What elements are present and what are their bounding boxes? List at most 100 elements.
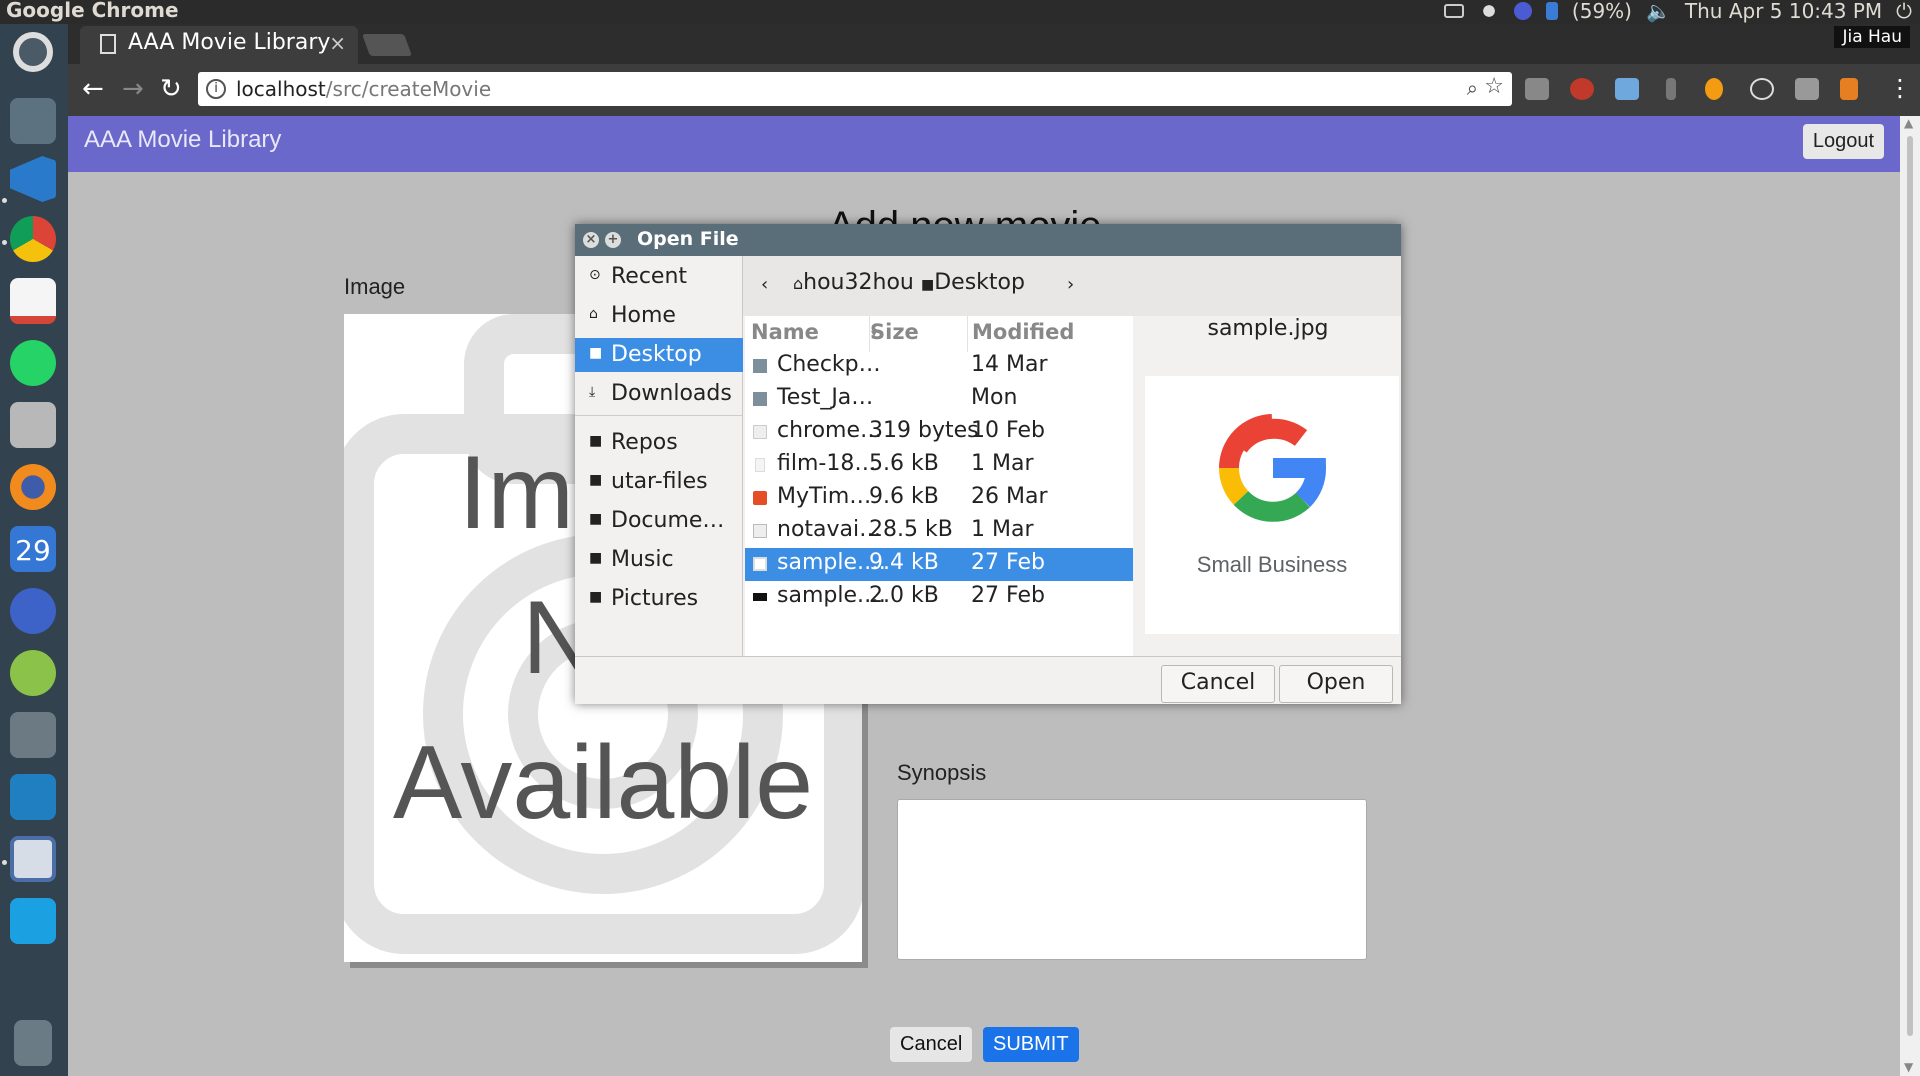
address-bar[interactable]: i localhost/src/createMovie ⌕ ☆ [198,72,1512,106]
file-row[interactable]: notavai… 28.5 kB 1 Mar [745,515,1133,548]
settings-icon[interactable] [10,98,56,144]
logout-button[interactable]: Logout [1802,124,1884,159]
chat-icon[interactable] [10,650,56,696]
browser-icon[interactable] [10,588,56,634]
preview-caption: Small Business [1196,552,1348,577]
file-list: Name ▾ Size Modified Checkp… 14 Mar Test_… [745,316,1133,656]
bookmark-pictures[interactable]: ■ Pictures [575,582,743,616]
active-app-name: Google Chrome [6,0,179,22]
file-preview-pane: sample.jpg Small Business [1135,316,1401,656]
gmail-icon[interactable] [10,278,56,324]
info-icon[interactable]: i [206,79,226,99]
system-monitor-icon[interactable] [10,774,56,820]
launcher: 29 [0,24,68,1076]
new-tab-button[interactable] [361,34,413,56]
bookmark-repos[interactable]: ■ Repos [575,426,743,460]
file-row[interactable]: Checkp… 14 Mar [745,350,1133,383]
volume-icon[interactable]: 🔈 [1646,0,1671,23]
network-icon[interactable] [1477,2,1500,20]
path-forward-button[interactable]: › [1067,274,1074,295]
path-back-button[interactable]: ‹ [761,274,768,295]
home-icon: ⌂ [589,306,598,322]
ubuntu-dash-icon[interactable] [13,32,53,72]
dark-image-file-icon [753,593,767,601]
extension-mouse-icon[interactable] [1705,78,1723,100]
react-devtools-icon[interactable] [1750,78,1774,100]
extension-s-icon[interactable] [1525,78,1549,100]
bookmark-utar-files[interactable]: ■ utar-files [575,465,743,499]
file-row[interactable]: sample.… 2.0 kB 27 Feb [745,581,1133,614]
trash-icon[interactable] [14,1020,52,1066]
file-row[interactable]: MyTim… 9.6 kB 26 Mar [745,482,1133,515]
dialog-titlebar[interactable]: × + Open File [575,224,1401,256]
disk-usage-icon[interactable] [10,712,56,758]
folder-icon: ■ [589,433,603,449]
bookmark-star-icon[interactable]: ☆ [1484,74,1504,99]
brand-title[interactable]: AAA Movie Library [84,126,281,154]
page-scrollbar[interactable]: ▲ ▼ [1900,116,1920,1076]
scrollbar-thumb[interactable] [1907,136,1913,1036]
battery-icon[interactable] [1545,2,1558,20]
dialog-cancel-button[interactable]: Cancel [1161,665,1275,703]
desktop-icon: ■ [921,277,935,293]
clock[interactable]: Thu Apr 5 10:43 PM [1685,0,1882,23]
calendar-icon[interactable]: 29 [10,526,56,572]
bookmark-documents[interactable]: ■ Docume… [575,504,743,538]
files-icon[interactable] [10,402,56,448]
browser-tab[interactable]: AAA Movie Library × [80,26,358,64]
column-name-header[interactable]: Name ▾ [751,316,877,352]
path-crumb-home[interactable]: ⌂hou32hou [793,270,914,295]
dialog-open-button[interactable]: Open [1279,665,1393,703]
close-tab-icon[interactable]: × [329,31,346,55]
column-size-header[interactable]: Size [869,316,965,352]
place-recent[interactable]: ⊙ Recent [575,260,743,294]
file-row-selected[interactable]: sample.… 9.4 kB 27 Feb [745,548,1133,581]
google-logo-icon [1219,414,1329,527]
bookmark-music[interactable]: ■ Music [575,543,743,577]
extension-car-icon[interactable] [1615,78,1639,100]
chrome-menu-icon[interactable]: ⋮ [1888,74,1912,102]
file-size: 5.6 kB [869,451,939,476]
place-label: Downloads [611,381,732,406]
back-arrow-icon[interactable]: ← [82,74,104,104]
firefox-icon[interactable] [10,464,56,510]
file-name: film-18… [777,451,877,476]
close-window-icon[interactable]: × [583,232,599,248]
folder-icon: ■ [589,589,603,605]
folder-icon [753,359,767,373]
synopsis-textarea[interactable] [897,799,1367,960]
os-top-panel: Google Chrome (59%) 🔈 Thu Apr 5 10:43 PM… [0,0,1920,24]
profile-name[interactable]: Jia Hau [1834,26,1910,48]
cancel-button[interactable]: Cancel [890,1027,973,1062]
zoom-icon[interactable]: ⌕ [1467,76,1478,100]
vscode-icon[interactable] [10,156,56,202]
maximize-window-icon[interactable]: + [605,232,621,248]
extension-keyboard-icon[interactable] [1795,78,1819,100]
whatsapp-icon[interactable] [10,340,56,386]
path-crumb-desktop[interactable]: ■Desktop [921,270,1025,295]
place-home[interactable]: ⌂ Home [575,299,743,333]
place-desktop[interactable]: ■ Desktop [575,338,743,372]
forward-arrow-icon[interactable]: → [122,74,144,104]
vpn-icon[interactable] [1513,2,1532,20]
extension-pin-icon[interactable] [1666,78,1676,100]
text-editor-icon[interactable] [10,836,56,882]
folder-icon: ■ [589,550,603,566]
file-row[interactable]: chrome… 319 bytes 10 Feb [745,416,1133,449]
file-name: chrome… [777,418,883,443]
file-row[interactable]: Test_Ja… Mon [745,383,1133,416]
keyboard-icon[interactable] [1443,4,1464,18]
file-size: 9.4 kB [869,550,939,575]
tab-title: AAA Movie Library [128,30,331,55]
file-row[interactable]: film-18… 5.6 kB 1 Mar [745,449,1133,482]
power-icon[interactable]: ⏻ [1896,0,1912,23]
ublock-icon[interactable] [1570,78,1594,100]
extension-hammer-icon[interactable] [1840,78,1858,100]
reload-icon[interactable]: ↻ [160,74,182,104]
chrome-icon[interactable] [10,216,56,262]
submit-button[interactable]: SUBMIT [983,1027,1079,1062]
workspaces-icon[interactable] [10,898,56,944]
column-modified-header[interactable]: Modified [967,316,1133,352]
synopsis-label: Synopsis [897,760,987,785]
place-downloads[interactable]: ⤓ Downloads [575,377,743,411]
